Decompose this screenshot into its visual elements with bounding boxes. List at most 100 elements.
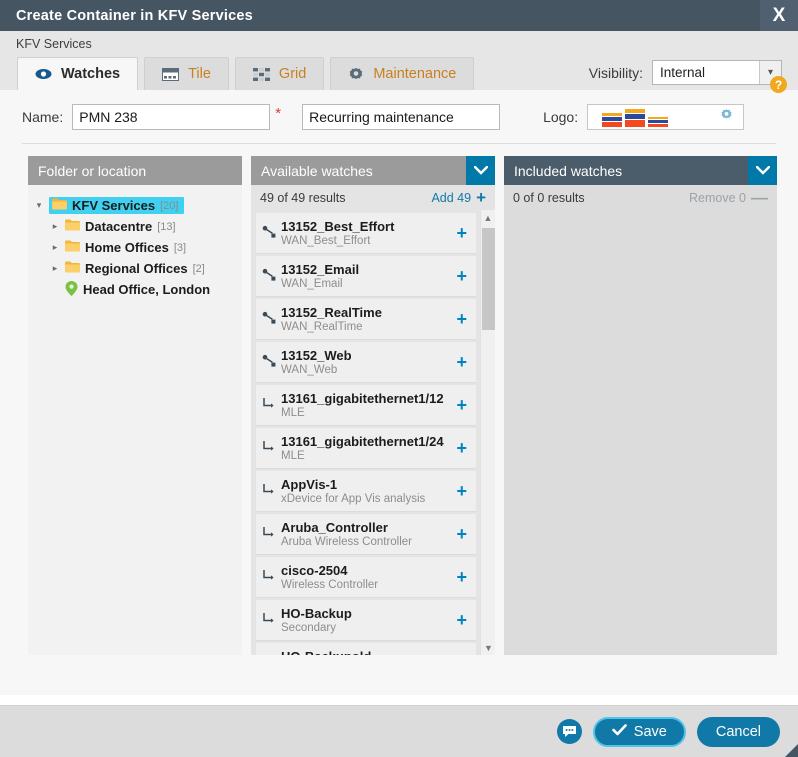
list-item[interactable]: Aruba_Controller Aruba Wireless Controll… — [256, 514, 476, 555]
list-item[interactable]: HO-Backup Secondary + — [256, 600, 476, 641]
add-item-button[interactable]: + — [456, 439, 467, 457]
grid-icon — [253, 68, 270, 81]
remove-all-button[interactable]: Remove 0 — — [689, 189, 768, 206]
list-item[interactable]: HO-Backupold Secondary OLD + — [256, 643, 476, 655]
add-item-button[interactable]: + — [456, 224, 467, 242]
interface-icon — [262, 569, 276, 585]
list-item[interactable]: 13161_gigabitethernet1/24 MLE + — [256, 428, 476, 469]
tree-node-count: [20] — [160, 200, 178, 212]
list-item-title: HO-Backup — [281, 606, 456, 621]
add-all-button[interactable]: Add 49 + — [431, 189, 486, 206]
add-item-button[interactable]: + — [456, 482, 467, 500]
list-item-subtitle: WAN_Email — [281, 277, 456, 291]
available-results-text: 49 of 49 results — [260, 191, 345, 205]
add-item-button[interactable]: + — [456, 310, 467, 328]
folder-icon — [65, 219, 80, 234]
logo-chart-icon — [602, 107, 668, 127]
chevron-down-icon[interactable] — [748, 156, 777, 185]
available-panel-meta: 49 of 49 results Add 49 + — [251, 185, 495, 210]
list-item-title: cisco-2504 — [281, 563, 456, 578]
tree-node-count: [2] — [193, 263, 205, 275]
list-item-title: AppVis-1 — [281, 477, 456, 492]
tree-node-regional-offices[interactable]: ▸ Regional Offices [2] — [28, 258, 242, 279]
window-titlebar: Create Container in KFV Services X — [0, 0, 798, 31]
available-panel-header: Available watches — [251, 156, 495, 185]
list-item[interactable]: AppVis-1 xDevice for App Vis analysis + — [256, 471, 476, 512]
connector-icon — [262, 311, 276, 327]
window-title: Create Container in KFV Services — [0, 8, 253, 24]
interface-icon — [262, 526, 276, 542]
list-item-title: 13152_Email — [281, 262, 456, 277]
list-item-subtitle: MLE — [281, 449, 456, 463]
included-panel-header: Included watches — [504, 156, 777, 185]
list-item[interactable]: 13152_Web WAN_Web + — [256, 342, 476, 383]
tab-watches[interactable]: Watches — [17, 57, 138, 90]
list-item[interactable]: 13152_Best_Effort WAN_Best_Effort + — [256, 213, 476, 254]
tree-node-label: Datacentre — [85, 219, 152, 234]
logo-picker[interactable] — [587, 104, 744, 130]
list-item-subtitle: xDevice for App Vis analysis — [281, 492, 456, 506]
list-item[interactable]: 13161_gigabitethernet1/12 MLE + — [256, 385, 476, 426]
chevron-down-icon[interactable] — [466, 156, 495, 185]
tree-node-kfv-services[interactable]: ▾ KFV Services [20] — [28, 195, 242, 216]
list-item-subtitle: Aruba Wireless Controller — [281, 535, 456, 549]
logo-settings-gear-icon[interactable] — [719, 108, 734, 126]
caret-right-icon[interactable]: ▸ — [50, 242, 60, 253]
add-item-button[interactable]: + — [456, 396, 467, 414]
list-item-subtitle: WAN_Web — [281, 363, 456, 377]
tab-grid[interactable]: Grid — [235, 57, 324, 90]
scroll-down-icon[interactable]: ▼ — [481, 640, 495, 655]
included-results-text: 0 of 0 results — [513, 191, 585, 205]
included-watch-list[interactable] — [504, 210, 777, 655]
name-input[interactable] — [72, 104, 270, 130]
folder-panel: Folder or location ▾ KFV Services [20] ▸ — [28, 156, 242, 655]
available-list-scrollbar[interactable]: ▲ ▼ — [480, 210, 495, 655]
visibility-select[interactable]: Internal ▾ — [652, 60, 782, 85]
visibility-value: Internal — [653, 65, 759, 80]
tile-icon — [162, 68, 179, 81]
included-panel-title: Included watches — [514, 163, 622, 179]
minus-icon: — — [751, 189, 768, 206]
cancel-button[interactable]: Cancel — [697, 717, 780, 747]
add-item-button[interactable]: + — [456, 568, 467, 586]
save-button[interactable]: Save — [593, 717, 686, 747]
add-item-button[interactable]: + — [456, 267, 467, 285]
folder-tree: ▾ KFV Services [20] ▸ Datacentre — [28, 185, 242, 655]
list-item[interactable]: 13152_RealTime WAN_RealTime + — [256, 299, 476, 340]
tree-node-head-office-london[interactable]: Head Office, London — [28, 279, 242, 300]
chat-icon[interactable] — [557, 719, 582, 744]
tab-maintenance[interactable]: Maintenance — [330, 57, 474, 90]
close-icon[interactable]: X — [760, 0, 798, 31]
help-icon[interactable]: ? — [770, 76, 787, 93]
add-item-button[interactable]: + — [456, 353, 467, 371]
name-label: Name: — [22, 109, 63, 125]
list-item[interactable]: cisco-2504 Wireless Controller + — [256, 557, 476, 598]
add-all-label: Add 49 — [431, 191, 471, 205]
tab-tile[interactable]: Tile — [144, 57, 229, 90]
folder-icon — [65, 261, 80, 276]
add-item-button[interactable]: + — [456, 611, 467, 629]
list-item-title: 13152_Best_Effort — [281, 219, 456, 234]
add-item-button[interactable]: + — [456, 525, 467, 543]
resize-handle-icon[interactable] — [785, 744, 798, 757]
tree-node-datacentre[interactable]: ▸ Datacentre [13] — [28, 216, 242, 237]
caret-right-icon[interactable]: ▸ — [50, 263, 60, 274]
plus-icon: + — [476, 189, 486, 206]
scrollbar-thumb[interactable] — [482, 228, 495, 330]
list-item[interactable]: 13152_Email WAN_Email + — [256, 256, 476, 297]
tree-node-home-offices[interactable]: ▸ Home Offices [3] — [28, 237, 242, 258]
included-watches-panel: Included watches 0 of 0 results Remove 0… — [504, 156, 777, 655]
tree-node-count: [13] — [157, 221, 175, 233]
logo-label: Logo: — [543, 109, 578, 125]
scroll-up-icon[interactable]: ▲ — [481, 210, 495, 225]
list-item-subtitle: Secondary — [281, 621, 456, 635]
gear-badge-icon — [348, 67, 364, 82]
caret-right-icon[interactable]: ▸ — [50, 221, 60, 232]
add-item-button[interactable]: + — [456, 654, 467, 655]
description-input[interactable] — [302, 104, 500, 130]
visibility-label: Visibility: — [589, 65, 643, 81]
caret-down-icon[interactable]: ▾ — [34, 200, 44, 211]
save-label: Save — [634, 724, 667, 740]
tab-watches-label: Watches — [61, 66, 120, 82]
remove-all-label: Remove 0 — [689, 191, 746, 205]
